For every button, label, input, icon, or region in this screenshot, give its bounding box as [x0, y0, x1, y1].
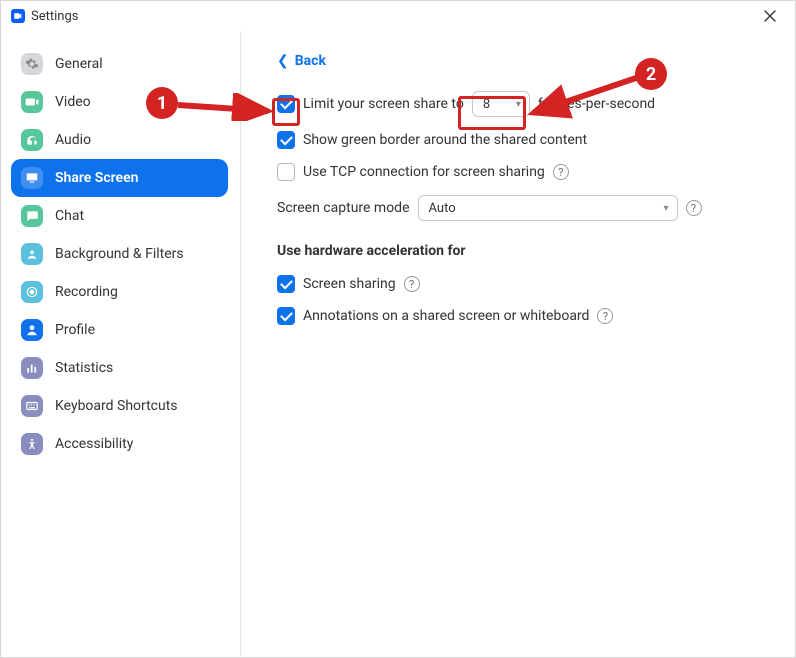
sidebar-item-label: Background & Filters — [55, 246, 184, 262]
capture-mode-label: Screen capture mode — [277, 200, 410, 216]
chevron-left-icon: ❮ — [277, 53, 289, 69]
sidebar-item-share-screen[interactable]: Share Screen — [11, 159, 228, 197]
sidebar-item-statistics[interactable]: Statistics — [11, 349, 228, 387]
green-border-checkbox[interactable] — [277, 131, 295, 149]
sidebar-item-keyboard-shortcuts[interactable]: Keyboard Shortcuts — [11, 387, 228, 425]
chat-icon — [21, 205, 43, 227]
titlebar: Settings — [1, 1, 795, 31]
gear-icon — [21, 53, 43, 75]
tcp-label: Use TCP connection for screen sharing — [303, 164, 545, 180]
help-icon[interactable]: ? — [404, 276, 420, 292]
capture-mode-value: Auto — [429, 201, 456, 216]
tcp-checkbox[interactable] — [277, 163, 295, 181]
settings-window: Settings General Video — [0, 0, 796, 658]
limit-fps-label-prefix: Limit your screen share to — [303, 96, 464, 112]
sidebar-item-label: Accessibility — [55, 436, 133, 452]
window-close-button[interactable] — [755, 2, 785, 30]
green-border-label: Show green border around the shared cont… — [303, 132, 587, 148]
window-title: Settings — [31, 9, 78, 24]
sidebar-item-profile[interactable]: Profile — [11, 311, 228, 349]
hw-screen-sharing-label: Screen sharing — [303, 276, 396, 292]
help-icon[interactable]: ? — [597, 308, 613, 324]
help-icon[interactable]: ? — [553, 164, 569, 180]
share-screen-panel: ❮ Back Limit your screen share to 8 ▾ fr… — [241, 31, 795, 657]
bars-icon — [21, 357, 43, 379]
sidebar-item-label: Profile — [55, 322, 95, 338]
help-icon[interactable]: ? — [686, 200, 702, 216]
sidebar-item-general[interactable]: General — [11, 45, 228, 83]
keyboard-icon — [21, 395, 43, 417]
user-square-icon — [21, 243, 43, 265]
capture-mode-select[interactable]: Auto ▾ — [418, 195, 678, 221]
sidebar-item-chat[interactable]: Chat — [11, 197, 228, 235]
hw-annotations-checkbox[interactable] — [277, 307, 295, 325]
hw-accel-heading: Use hardware acceleration for — [277, 243, 755, 259]
sidebar-item-video[interactable]: Video — [11, 83, 228, 121]
sidebar-item-label: Video — [55, 94, 91, 110]
video-icon — [21, 91, 43, 113]
fps-select[interactable]: 8 ▾ — [472, 91, 530, 117]
chevron-down-icon: ▾ — [516, 99, 521, 110]
profile-icon — [21, 319, 43, 341]
chevron-down-icon: ▾ — [663, 203, 668, 214]
sidebar-item-recording[interactable]: Recording — [11, 273, 228, 311]
fps-value: 8 — [483, 97, 490, 112]
back-button[interactable]: ❮ Back — [277, 53, 755, 69]
hw-annotations-label: Annotations on a shared screen or whiteb… — [303, 308, 589, 324]
share-screen-icon — [21, 167, 43, 189]
headphones-icon — [21, 129, 43, 151]
zoom-app-icon — [11, 9, 25, 23]
sidebar-item-label: General — [55, 56, 103, 72]
sidebar-item-label: Audio — [55, 132, 91, 148]
sidebar-item-accessibility[interactable]: Accessibility — [11, 425, 228, 463]
sidebar-item-audio[interactable]: Audio — [11, 121, 228, 159]
back-label: Back — [295, 53, 326, 69]
accessibility-icon — [21, 433, 43, 455]
settings-sidebar: General Video Audio Share Screen — [1, 31, 241, 657]
limit-fps-checkbox[interactable] — [277, 95, 295, 113]
sidebar-item-label: Statistics — [55, 360, 113, 376]
sidebar-item-background-filters[interactable]: Background & Filters — [11, 235, 228, 273]
limit-fps-label-suffix: frames-per-second — [538, 96, 655, 112]
sidebar-item-label: Recording — [55, 284, 118, 300]
sidebar-item-label: Chat — [55, 208, 84, 224]
sidebar-item-label: Keyboard Shortcuts — [55, 398, 178, 414]
sidebar-item-label: Share Screen — [55, 170, 138, 186]
hw-screen-sharing-checkbox[interactable] — [277, 275, 295, 293]
record-icon — [21, 281, 43, 303]
